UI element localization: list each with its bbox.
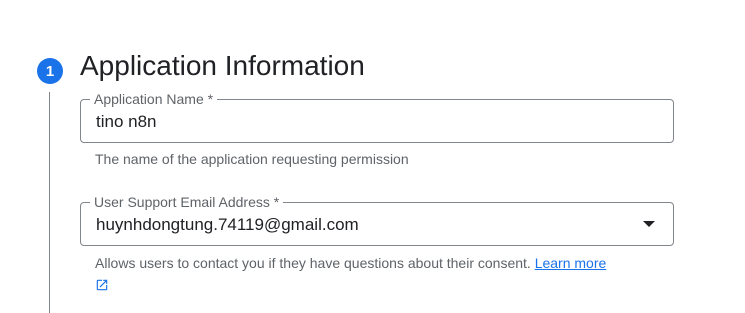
application-name-value[interactable]: tino n8n (96, 111, 157, 133)
support-email-hint: Allows users to contact you if they have… (95, 254, 655, 296)
step-badge: 1 (37, 58, 63, 84)
open-in-new-icon[interactable] (95, 278, 109, 292)
support-email-hint-text: Allows users to contact you if they have… (95, 255, 531, 271)
application-name-hint: The name of the application requesting p… (95, 151, 409, 167)
dropdown-arrow-icon[interactable] (643, 221, 655, 227)
application-name-label: Application Name * (90, 90, 218, 108)
learn-more-link[interactable]: Learn more (535, 255, 607, 271)
section-title: Application Information (80, 50, 365, 81)
support-email-value[interactable]: huynhdongtung.74119@gmail.com (96, 214, 359, 236)
application-name-field[interactable]: Application Name * tino n8n (80, 90, 674, 143)
step-connector-line (49, 92, 50, 313)
support-email-label: User Support Email Address * (90, 193, 284, 211)
support-email-select[interactable]: User Support Email Address * huynhdongtu… (80, 193, 674, 246)
